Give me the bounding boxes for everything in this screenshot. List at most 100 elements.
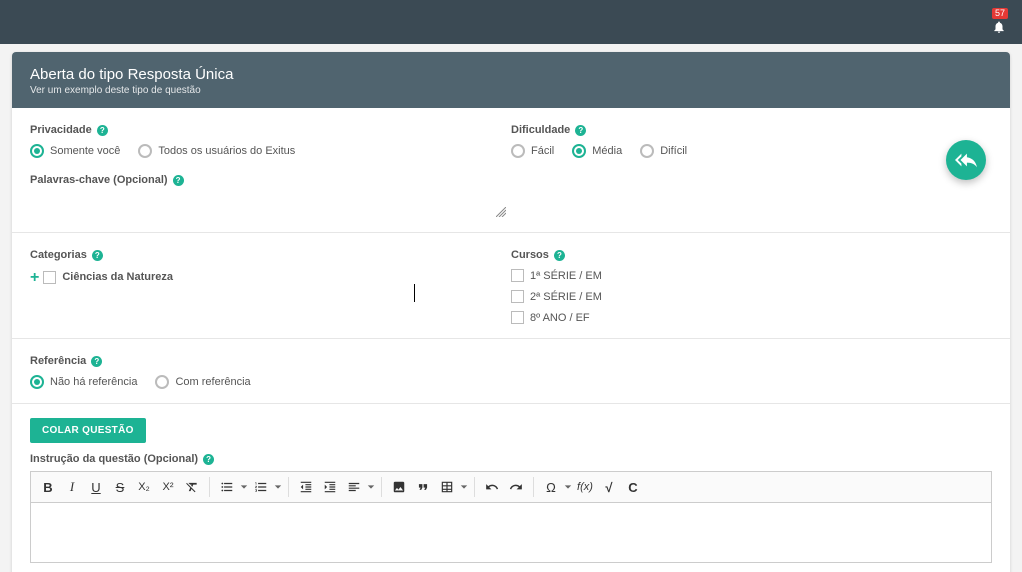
expand-icon[interactable]: + xyxy=(30,270,39,286)
categories-label: Categorias xyxy=(30,249,87,261)
question-form-card: Aberta do tipo Resposta Única Ver um exe… xyxy=(12,52,1010,572)
difficulty-radio-easy[interactable]: Fácil xyxy=(511,144,554,158)
code-button[interactable]: C xyxy=(622,476,644,498)
radio-label: Média xyxy=(592,145,622,157)
instruction-editor[interactable] xyxy=(30,503,992,563)
course-label: 2ª SÉRIE / EM xyxy=(530,291,602,303)
section-instruction: Instrução da questão (Opcional) ? B I U … xyxy=(12,451,1010,572)
instruction-label: Instrução da questão (Opcional) xyxy=(30,453,198,465)
course-item: 8º ANO / EF xyxy=(511,311,992,324)
special-char-dropdown[interactable] xyxy=(564,476,572,498)
table-dropdown[interactable] xyxy=(460,476,468,498)
course-checkbox[interactable] xyxy=(511,290,524,303)
numbered-list-button[interactable] xyxy=(250,476,272,498)
indent-icon xyxy=(323,480,337,494)
align-button[interactable] xyxy=(343,476,365,498)
categories-field: Categorias ? + Ciências da Natureza xyxy=(30,247,511,324)
radio-icon xyxy=(511,144,525,158)
superscript-button[interactable]: X² xyxy=(157,476,179,498)
keywords-input[interactable] xyxy=(30,194,500,218)
table-button[interactable] xyxy=(436,476,458,498)
special-char-button[interactable]: Ω xyxy=(540,476,562,498)
quote-button[interactable] xyxy=(412,476,434,498)
align-left-icon xyxy=(347,480,361,494)
radio-label: Com referência xyxy=(175,376,250,388)
radio-label: Somente você xyxy=(50,145,120,157)
chevron-down-icon xyxy=(564,483,572,491)
chevron-down-icon xyxy=(274,483,282,491)
outdent-icon xyxy=(299,480,313,494)
notifications[interactable]: 57 xyxy=(984,8,1008,36)
help-icon[interactable]: ? xyxy=(92,250,103,261)
resize-handle-icon[interactable] xyxy=(496,206,506,220)
difficulty-field: Dificuldade ? Fácil Média Difícil xyxy=(511,122,992,158)
indent-button[interactable] xyxy=(319,476,341,498)
radio-icon xyxy=(30,375,44,389)
strikethrough-button[interactable]: S xyxy=(109,476,131,498)
category-checkbox[interactable] xyxy=(43,271,56,284)
privacy-radio-all-users[interactable]: Todos os usuários do Exitus xyxy=(138,144,295,158)
underline-button[interactable]: U xyxy=(85,476,107,498)
section-categories-courses: Categorias ? + Ciências da Natureza Curs… xyxy=(12,233,1010,338)
chevron-down-icon xyxy=(240,483,248,491)
quote-icon xyxy=(416,480,430,494)
radio-label: Fácil xyxy=(531,145,554,157)
course-label: 8º ANO / EF xyxy=(530,312,590,324)
back-fab-button[interactable] xyxy=(946,140,986,180)
math-button[interactable]: √ xyxy=(598,476,620,498)
text-cursor xyxy=(414,284,415,302)
bold-button[interactable]: B xyxy=(37,476,59,498)
privacy-radio-only-you[interactable]: Somente você xyxy=(30,144,120,158)
bullet-list-dropdown[interactable] xyxy=(240,476,248,498)
redo-button[interactable] xyxy=(505,476,527,498)
chevron-down-icon xyxy=(460,483,468,491)
help-icon[interactable]: ? xyxy=(97,125,108,136)
reference-radio-none[interactable]: Não há referência xyxy=(30,375,137,389)
formula-button[interactable]: f(x) xyxy=(574,476,596,498)
card-header: Aberta do tipo Resposta Única Ver um exe… xyxy=(12,52,1010,108)
clear-format-icon xyxy=(185,480,199,494)
help-icon[interactable]: ? xyxy=(575,125,586,136)
table-icon xyxy=(440,480,454,494)
topbar: 57 xyxy=(0,0,1022,44)
chevron-down-icon xyxy=(367,483,375,491)
image-button[interactable] xyxy=(388,476,410,498)
radio-icon xyxy=(30,144,44,158)
italic-button[interactable]: I xyxy=(61,476,83,498)
align-dropdown[interactable] xyxy=(367,476,375,498)
courses-field: Cursos ? 1ª SÉRIE / EM 2ª SÉRIE / EM 8º … xyxy=(511,247,992,324)
undo-icon xyxy=(485,480,499,494)
keywords-label: Palavras-chave (Opcional) xyxy=(30,174,168,186)
outdent-button[interactable] xyxy=(295,476,317,498)
courses-label: Cursos xyxy=(511,249,549,261)
section-privacy-difficulty: Privacidade ? Somente você Todos os usuá… xyxy=(12,108,1010,172)
radio-label: Todos os usuários do Exitus xyxy=(158,145,295,157)
card-subtitle[interactable]: Ver um exemplo deste tipo de questão xyxy=(30,85,992,96)
help-icon[interactable]: ? xyxy=(91,356,102,367)
difficulty-radio-hard[interactable]: Difícil xyxy=(640,144,687,158)
radio-icon xyxy=(640,144,654,158)
help-icon[interactable]: ? xyxy=(554,250,565,261)
subscript-button[interactable]: X₂ xyxy=(133,476,155,498)
bell-icon xyxy=(992,20,1006,34)
card-title: Aberta do tipo Resposta Única xyxy=(30,66,992,83)
bullet-list-icon xyxy=(220,480,234,494)
bullet-list-button[interactable] xyxy=(216,476,238,498)
undo-button[interactable] xyxy=(481,476,503,498)
image-icon xyxy=(392,480,406,494)
help-icon[interactable]: ? xyxy=(173,175,184,186)
reference-radio-with[interactable]: Com referência xyxy=(155,375,250,389)
privacy-label: Privacidade xyxy=(30,124,92,136)
clear-format-button[interactable] xyxy=(181,476,203,498)
difficulty-radio-medium[interactable]: Média xyxy=(572,144,622,158)
course-checkbox[interactable] xyxy=(511,269,524,282)
difficulty-label: Dificuldade xyxy=(511,124,570,136)
numbered-list-dropdown[interactable] xyxy=(274,476,282,498)
privacy-field: Privacidade ? Somente você Todos os usuá… xyxy=(30,122,511,158)
radio-icon xyxy=(138,144,152,158)
help-icon[interactable]: ? xyxy=(203,454,214,465)
radio-label: Difícil xyxy=(660,145,687,157)
course-checkbox[interactable] xyxy=(511,311,524,324)
paste-question-button[interactable]: COLAR QUESTÃO xyxy=(30,418,146,443)
radio-icon xyxy=(572,144,586,158)
